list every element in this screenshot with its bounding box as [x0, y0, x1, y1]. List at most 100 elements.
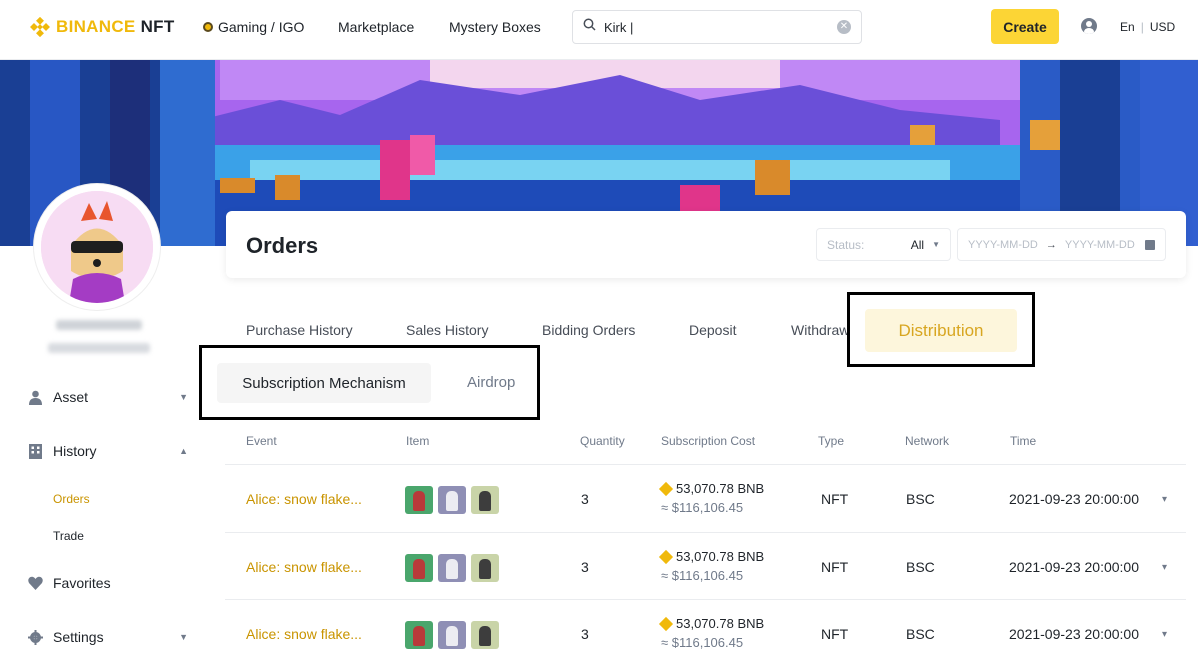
nav-mystery-label: Mystery Boxes [449, 19, 541, 35]
item-thumbnails [405, 554, 499, 582]
cost-bnb: 53,070.78 BNB [676, 549, 765, 564]
tab-purchase-history[interactable]: Purchase History [246, 322, 353, 338]
sidebar-item-label: History [53, 443, 97, 459]
date-range-picker[interactable]: YYYY-MM-DD → YYYY-MM-DD [957, 228, 1166, 261]
nft-thumbnail[interactable] [405, 486, 433, 514]
nav-mystery-boxes[interactable]: Mystery Boxes [449, 19, 541, 35]
cost-usd: ≈ $116,106.45 [661, 635, 744, 650]
table-row[interactable]: Alice: snow flake... 3 53,070.78 BNB ≈ $… [225, 464, 1186, 532]
event-link[interactable]: Alice: snow flake... [246, 626, 362, 642]
item-thumbnails [405, 486, 499, 514]
date-end-input[interactable]: YYYY-MM-DD [1065, 239, 1135, 251]
calendar-icon[interactable] [1145, 239, 1155, 250]
table-row[interactable]: Alice: snow flake... 3 53,070.78 BNB ≈ $… [225, 532, 1186, 600]
subscription-cost: 53,070.78 BNB ≈ $116,106.45 [658, 616, 765, 650]
highlight-box-subtabs [199, 345, 540, 420]
quantity-value: 3 [581, 491, 589, 507]
nft-thumbnail[interactable] [438, 621, 466, 649]
sidebar-item-favorites[interactable]: Favorites [28, 575, 188, 591]
sidebar-item-history[interactable]: History ▲ [28, 443, 188, 459]
tab-sales-history[interactable]: Sales History [406, 322, 488, 338]
language-label[interactable]: En [1120, 20, 1135, 34]
type-value: NFT [821, 559, 849, 575]
page-title: Orders [246, 233, 319, 258]
cost-bnb: 53,070.78 BNB [676, 616, 765, 631]
logo-suffix: NFT [140, 17, 175, 36]
logo-text: BINANCE NFT [56, 17, 175, 37]
search-box[interactable]: ✕ [572, 10, 862, 44]
status-filter-select[interactable]: Status: All ▼ [816, 228, 951, 261]
language-currency[interactable]: En | USD [1120, 20, 1175, 34]
profile-avatar [34, 184, 160, 310]
nft-thumbnail[interactable] [471, 621, 499, 649]
sidebar-subitem-trade[interactable]: Trade [53, 529, 84, 543]
event-link[interactable]: Alice: snow flake... [246, 559, 362, 575]
item-thumbnails [405, 621, 499, 649]
time-value: 2021-09-23 20:00:00 [1009, 626, 1139, 642]
nav-gaming-label: Gaming / IGO [218, 19, 305, 35]
column-header-time: Time [1010, 434, 1037, 448]
tab-deposit[interactable]: Deposit [689, 322, 736, 338]
chevron-up-icon: ▲ [179, 446, 188, 456]
sidebar-item-label: Asset [53, 389, 89, 405]
heart-icon [28, 576, 43, 591]
cost-bnb: 53,070.78 BNB [676, 481, 765, 496]
column-header-network: Network [905, 434, 950, 448]
nft-thumbnail[interactable] [471, 486, 499, 514]
person-icon [28, 390, 43, 405]
column-header-event: Event [246, 434, 277, 448]
nft-thumbnail[interactable] [471, 554, 499, 582]
nft-thumbnail[interactable] [438, 486, 466, 514]
caret-down-icon: ▼ [932, 240, 940, 249]
highlight-box-distribution [847, 292, 1035, 367]
subscription-cost: 53,070.78 BNB ≈ $116,106.45 [658, 549, 765, 583]
username-redacted [56, 320, 142, 330]
time-value: 2021-09-23 20:00:00 [1009, 559, 1139, 575]
cost-usd: ≈ $116,106.45 [661, 568, 744, 583]
nav-marketplace-label: Marketplace [338, 19, 415, 35]
expand-row-chevron-icon[interactable]: ▾ [1162, 629, 1167, 640]
user-account-icon[interactable] [1081, 18, 1097, 34]
history-building-icon [28, 443, 43, 459]
tab-withdraw[interactable]: Withdraw [791, 322, 849, 338]
nft-thumbnail[interactable] [405, 554, 433, 582]
expand-row-chevron-icon[interactable]: ▾ [1162, 494, 1167, 505]
sidebar-subitem-orders[interactable]: Orders [53, 492, 90, 506]
network-value: BSC [906, 559, 935, 575]
nav-marketplace[interactable]: Marketplace [338, 19, 414, 35]
bnb-coin-icon [658, 616, 674, 631]
nft-thumbnail[interactable] [438, 554, 466, 582]
nav-gaming-igo[interactable]: Gaming / IGO [203, 19, 304, 35]
create-button[interactable]: Create [991, 9, 1059, 44]
status-filter-label: Status: [827, 237, 865, 252]
quantity-value: 3 [581, 626, 589, 642]
logo-brand: BINANCE [56, 17, 136, 36]
clear-search-icon[interactable]: ✕ [837, 20, 851, 34]
search-input[interactable] [604, 19, 829, 35]
column-header-subscription-cost: Subscription Cost [661, 434, 756, 448]
date-start-input[interactable]: YYYY-MM-DD [968, 239, 1038, 251]
sidebar-item-label: Favorites [53, 575, 111, 591]
table-row[interactable]: Alice: snow flake... 3 53,070.78 BNB ≈ $… [225, 599, 1186, 667]
column-header-item: Item [406, 434, 430, 448]
top-navigation: BINANCE NFT Gaming / IGO Marketplace Mys… [0, 0, 1198, 60]
nft-thumbnail[interactable] [405, 621, 433, 649]
search-icon [583, 18, 596, 36]
sidebar-item-asset[interactable]: Asset ▼ [28, 389, 188, 405]
gaming-icon [203, 22, 213, 32]
sidebar-item-label: Settings [53, 629, 104, 645]
chevron-down-icon: ▼ [179, 632, 188, 642]
arrow-right-icon: → [1045, 238, 1057, 251]
sidebar-item-settings[interactable]: Settings ▼ [28, 629, 188, 645]
tab-bidding-orders[interactable]: Bidding Orders [542, 322, 635, 338]
status-filter-value: All [910, 237, 925, 252]
avatar-image [41, 191, 153, 303]
expand-row-chevron-icon[interactable]: ▾ [1162, 562, 1167, 573]
binance-nft-logo[interactable]: BINANCE NFT [30, 17, 175, 37]
event-link[interactable]: Alice: snow flake... [246, 491, 362, 507]
network-value: BSC [906, 626, 935, 642]
column-header-type: Type [818, 434, 845, 448]
user-id-redacted [48, 343, 150, 353]
currency-label[interactable]: USD [1150, 20, 1175, 34]
bnb-coin-icon [658, 481, 674, 496]
